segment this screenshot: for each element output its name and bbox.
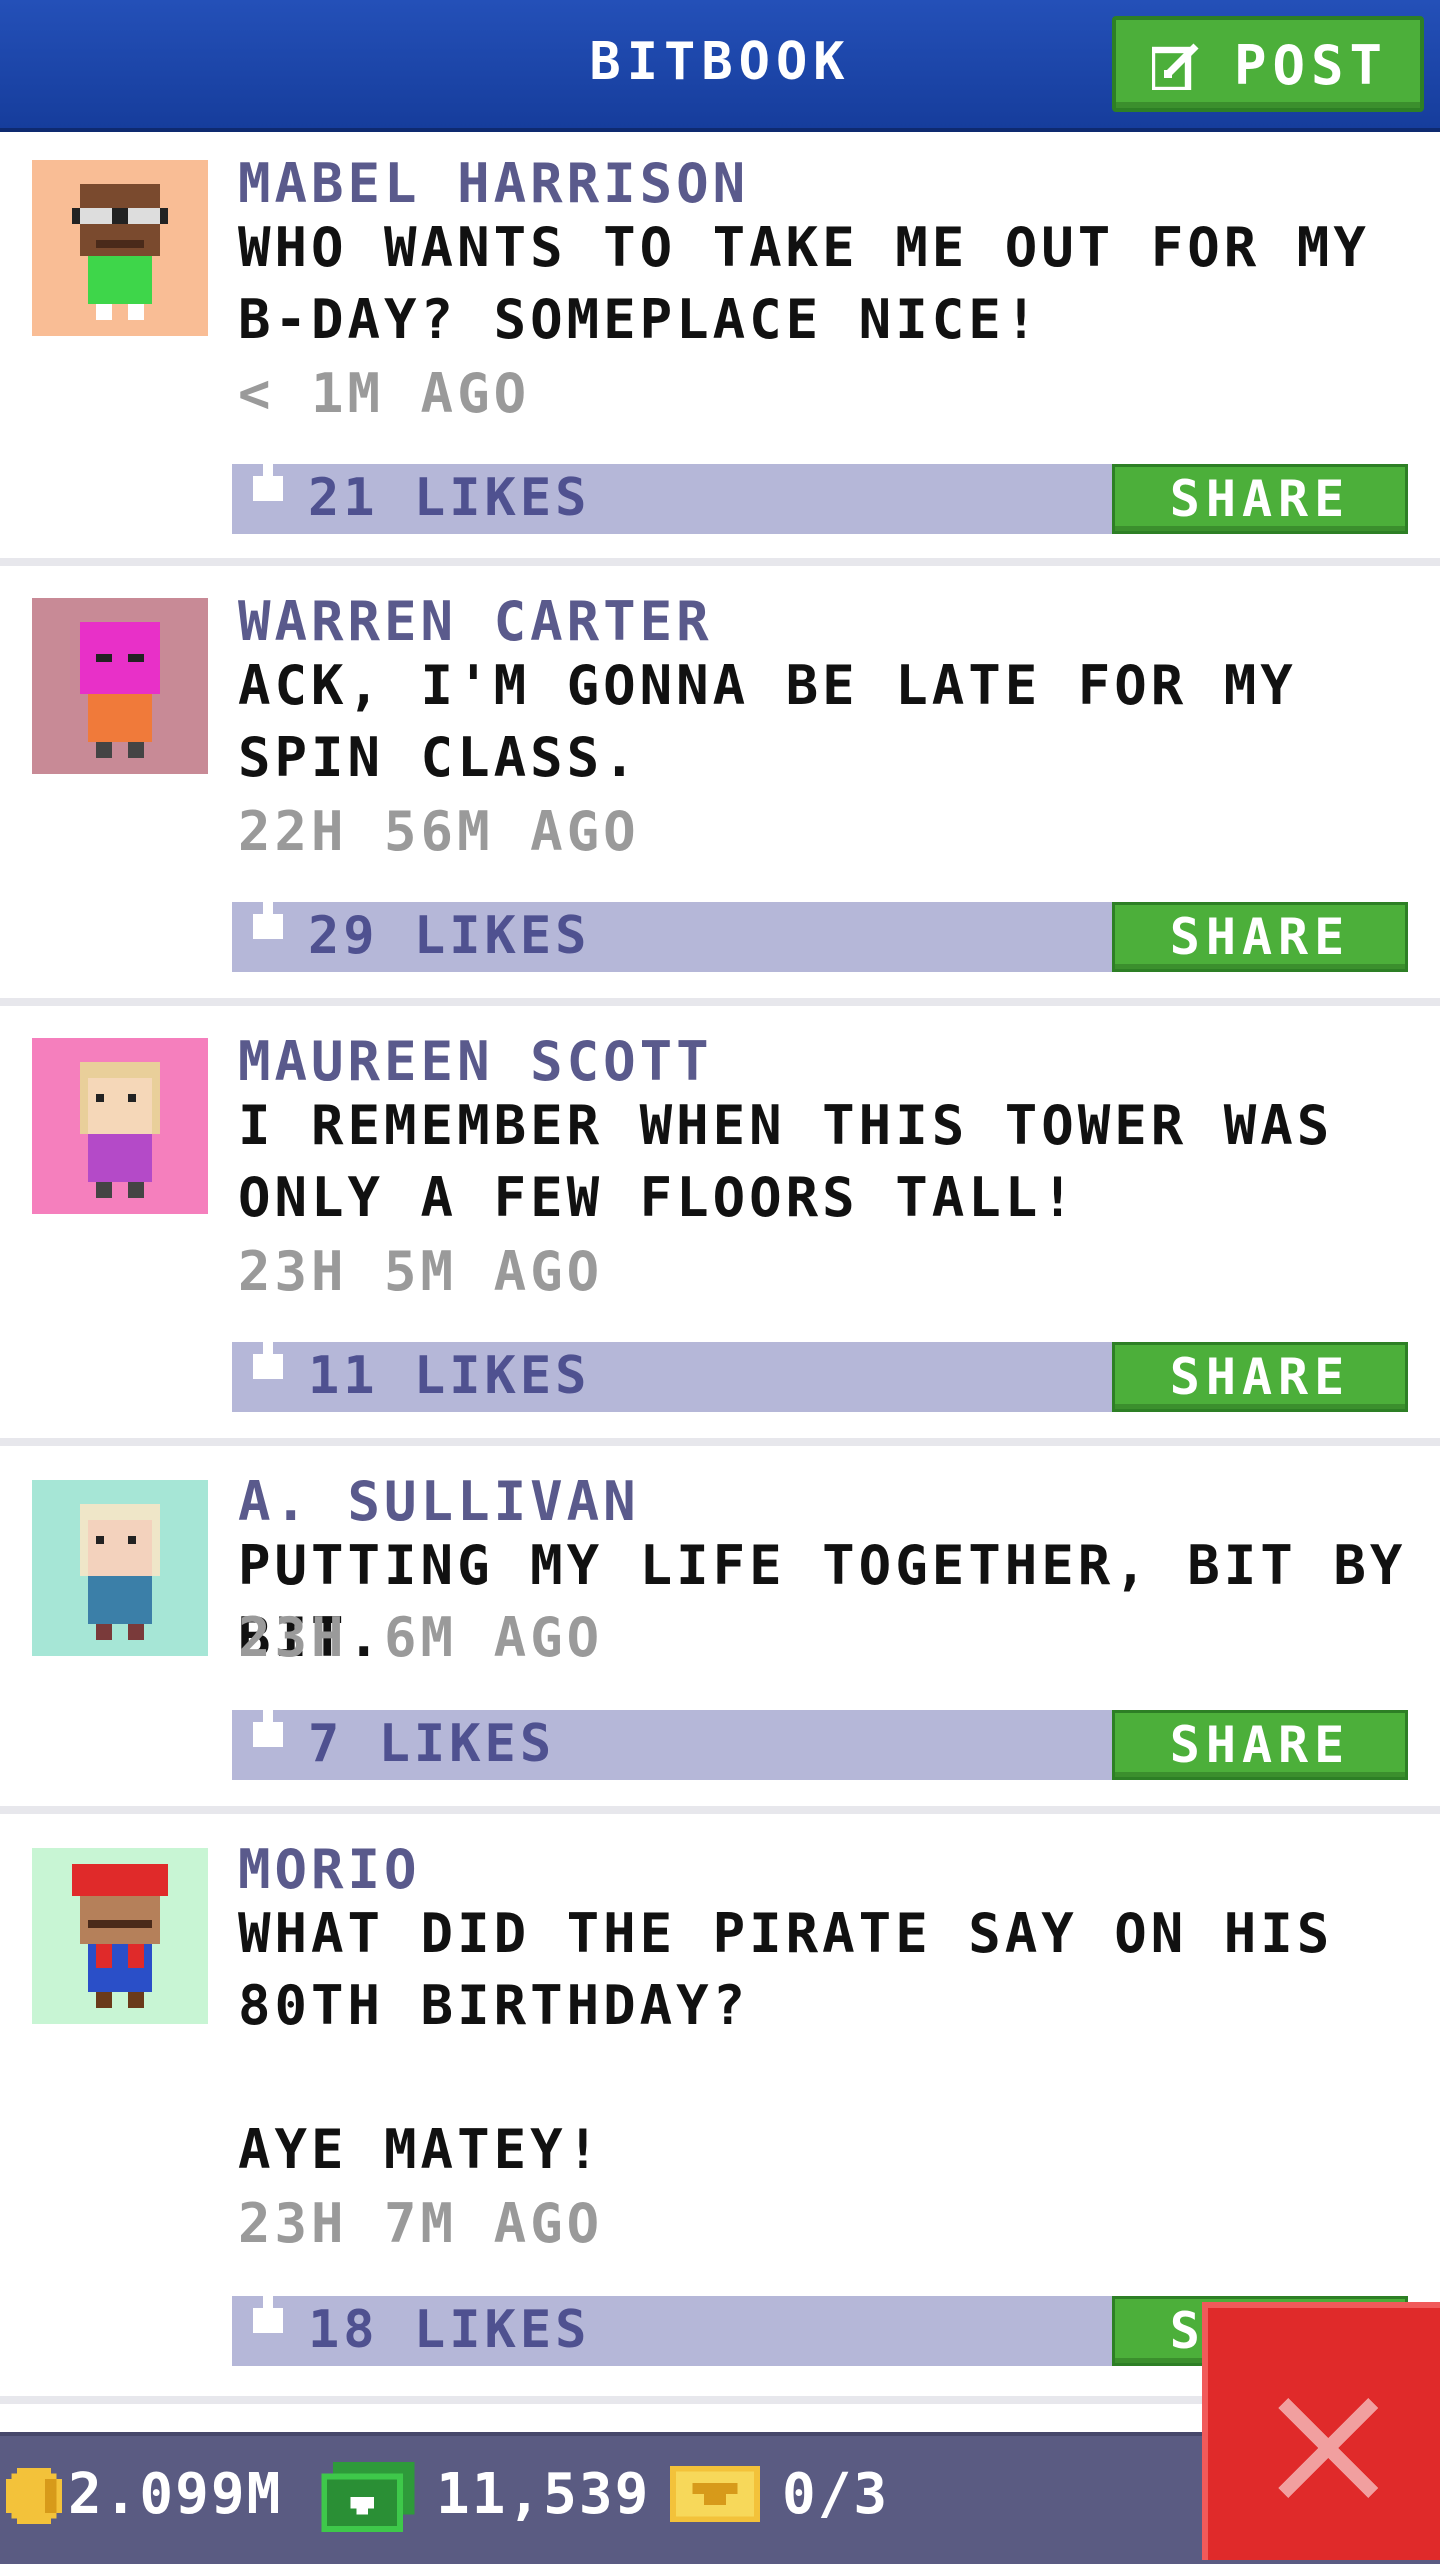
share-button[interactable]: SHARE [1112, 464, 1408, 534]
avatar[interactable] [32, 160, 208, 336]
like-count: 11 LIKES [308, 1346, 591, 1406]
post-author[interactable]: MABEL HARRISON [238, 152, 749, 215]
post-author[interactable]: A. SULLIVAN [238, 1470, 640, 1533]
close-button[interactable] [1202, 2302, 1440, 2560]
like-count: 21 LIKES [308, 468, 591, 528]
avatar[interactable] [32, 1848, 208, 2024]
share-button[interactable]: SHARE [1112, 902, 1408, 972]
post-time: < 1M AGO [238, 362, 531, 425]
edit-icon [1152, 43, 1199, 90]
like-bar: 29 LIKES SHARE [232, 884, 1408, 972]
cash-count: 11,539 [436, 2462, 651, 2527]
post-author[interactable]: MORIO [238, 1838, 421, 1901]
ticket-count: 0/3 [782, 2462, 890, 2527]
post-message: WHAT DID THE PIRATE SAY ON HIS 80TH BIRT… [238, 1902, 1334, 2181]
share-button[interactable]: SHARE [1112, 1342, 1408, 1412]
list-item: MABEL HARRISON WHO WANTS TO TAKE ME OUT … [0, 132, 1440, 566]
list-item: A. SULLIVAN PUTTING MY LIFE TOGETHER, BI… [0, 1446, 1440, 1814]
like-bar: 21 LIKES SHARE [232, 446, 1408, 534]
avatar[interactable] [32, 598, 208, 774]
person-avatar-icon [32, 160, 208, 336]
post-button[interactable]: POST [1112, 16, 1424, 112]
post-message: WHO WANTS TO TAKE ME OUT FOR MY B-DAY? S… [238, 216, 1407, 351]
like-count: 29 LIKES [308, 906, 591, 966]
post-time: 23H 5M AGO [238, 1240, 604, 1303]
list-item: WARREN CARTER ACK, I'M GONNA BE LATE FOR… [0, 566, 1440, 1006]
post-time: 23H 7M AGO [238, 2192, 604, 2255]
like-bar: 11 LIKES SHARE [232, 1324, 1408, 1412]
thumbs-up-icon[interactable] [248, 446, 288, 506]
post-author[interactable]: MAUREEN SCOTT [238, 1030, 713, 1093]
person-avatar-icon [32, 1480, 208, 1656]
thumbs-up-icon[interactable] [248, 2278, 288, 2338]
share-button[interactable]: SHARE [1112, 1710, 1408, 1780]
thumbs-up-icon[interactable] [248, 1324, 288, 1384]
close-icon [1278, 2398, 1378, 2498]
like-bar: 7 LIKES SHARE [232, 1692, 1408, 1780]
like-count: 18 LIKES [308, 2300, 591, 2360]
post-message: ACK, I'M GONNA BE LATE FOR MY SPIN CLASS… [238, 654, 1334, 789]
cash-icon [321, 2462, 415, 2532]
avatar[interactable] [32, 1480, 208, 1656]
person-avatar-icon [32, 598, 208, 774]
post-time: 23H 6M AGO [238, 1606, 604, 1669]
thumbs-up-icon[interactable] [248, 884, 288, 944]
post-author[interactable]: WARREN CARTER [238, 590, 713, 653]
coin-icon [6, 2468, 62, 2524]
list-item: MAUREEN SCOTT I REMEMBER WHEN THIS TOWER… [0, 1006, 1440, 1446]
post-message: I REMEMBER WHEN THIS TOWER WAS ONLY A FE… [238, 1094, 1370, 1229]
thumbs-up-icon[interactable] [248, 1692, 288, 1752]
post-button-label: POST [1234, 34, 1389, 97]
like-count: 7 LIKES [308, 1714, 556, 1774]
avatar[interactable] [32, 1038, 208, 1214]
coin-count: 2.099M [68, 2462, 283, 2527]
person-avatar-icon [32, 1848, 208, 2024]
post-time: 22H 56M AGO [238, 800, 640, 863]
person-avatar-icon [32, 1038, 208, 1214]
app-header: BITBOOK POST [0, 0, 1440, 132]
ticket-icon [670, 2466, 760, 2522]
